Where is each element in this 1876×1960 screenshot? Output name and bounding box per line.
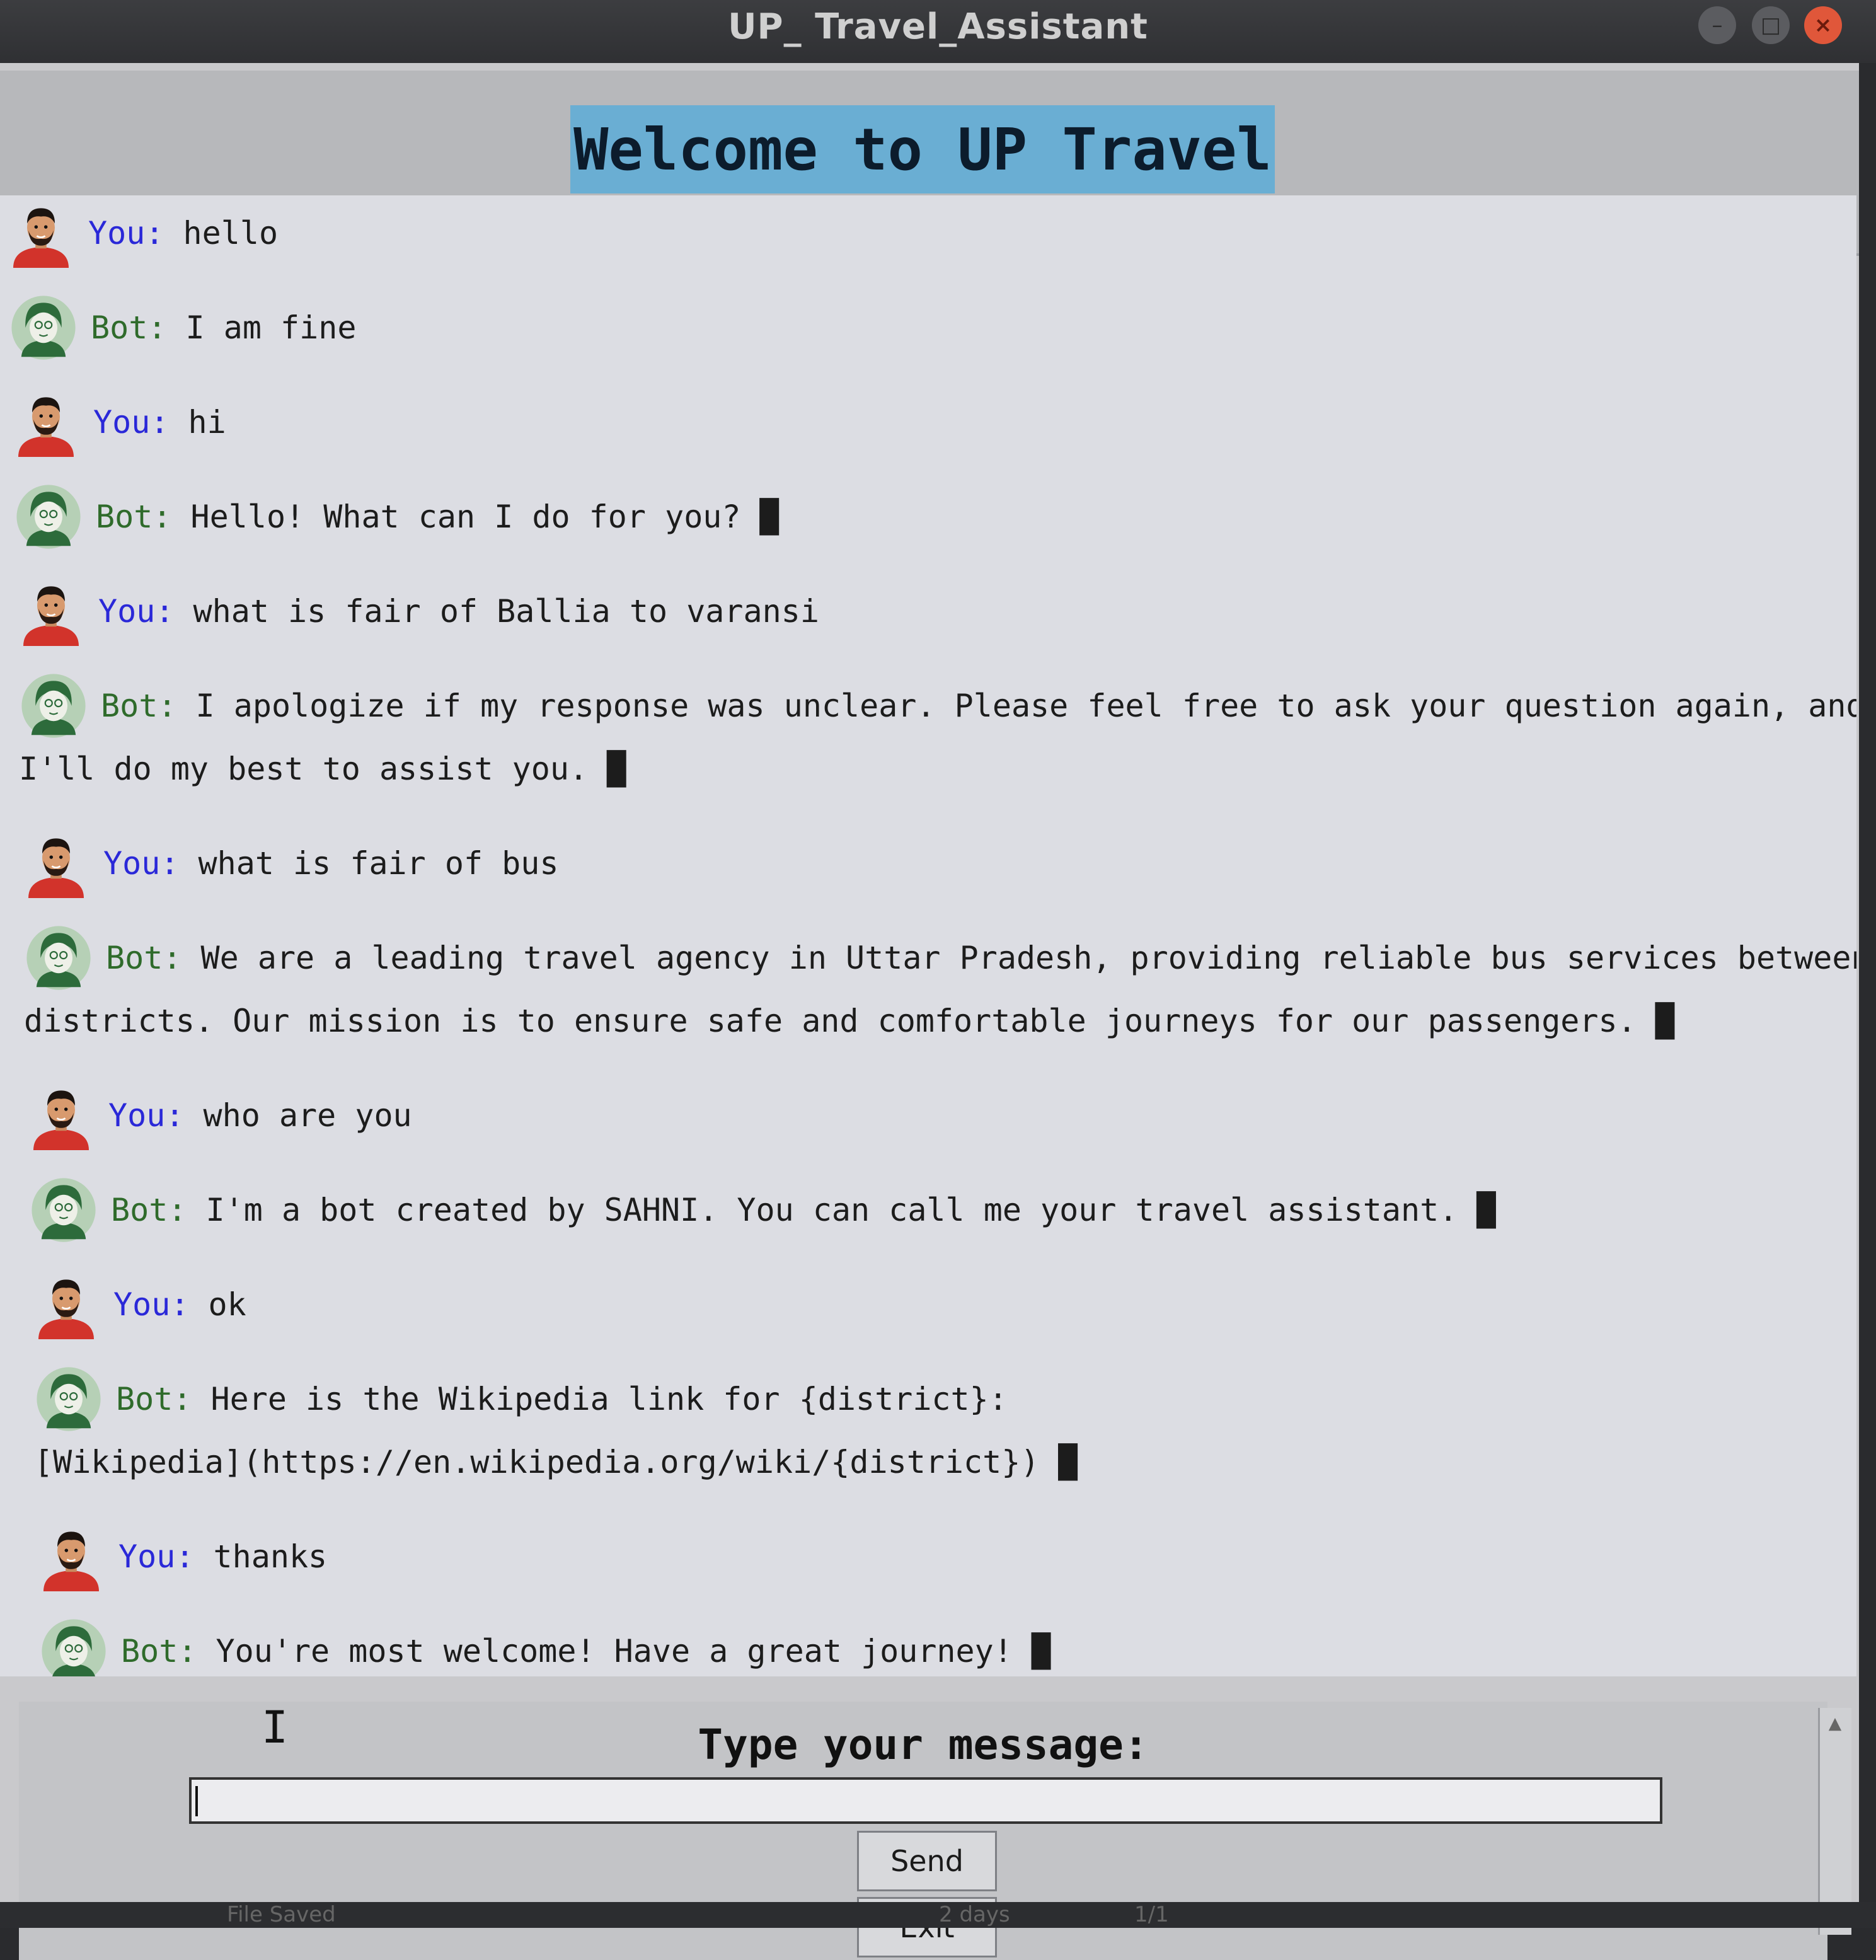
user-avatar-icon — [16, 577, 86, 646]
message-line: Bot: I'm a bot created by SAHNI. You can… — [111, 1179, 1496, 1242]
user-avatar-icon — [6, 199, 76, 268]
message-text-continued: [Wikipedia](https://en.wikipedia.org/wik… — [34, 1444, 1078, 1480]
message-line: You: hi — [93, 391, 226, 454]
message-text: Hello! What can I do for you? █ — [190, 499, 779, 535]
sender-label: You: — [113, 1286, 190, 1323]
chat-scrollbar[interactable]: ▲ ▼ — [1818, 1708, 1851, 1935]
bot-avatar-icon — [24, 923, 93, 993]
message-text: I apologize if my response was unclear. … — [195, 688, 1856, 724]
sender-label: You: — [93, 404, 170, 441]
message-line: You: hello — [88, 202, 278, 265]
message-text: hi — [188, 404, 226, 441]
send-button[interactable]: Send — [857, 1831, 997, 1891]
window-title: UP_ Travel_Assistant — [728, 6, 1148, 47]
message-line: Bot: You're most welcome! Have a great j… — [121, 1620, 1050, 1676]
bot-avatar-icon — [14, 482, 83, 551]
sender-label: You: — [98, 593, 175, 630]
sender-label: Bot: — [106, 940, 182, 976]
sender-label: Bot: — [96, 499, 172, 535]
message-text: ok — [208, 1286, 246, 1323]
message-line: You: ok — [113, 1273, 246, 1336]
status-strip: File Saved 2 days 1/1 — [0, 1902, 1876, 1928]
window-titlebar: UP_ Travel_Assistant – □ × — [0, 0, 1876, 63]
user-avatar-icon — [32, 1270, 101, 1339]
bot-avatar-icon — [29, 1175, 98, 1245]
message-text-continued: districts. Our mission is to ensure safe… — [24, 1003, 1674, 1039]
message-text: thanks — [213, 1538, 328, 1575]
message-text: hello — [183, 215, 279, 251]
user-avatar-icon — [21, 829, 91, 898]
message-line: You: who are you — [108, 1084, 412, 1147]
status-left: File Saved — [227, 1902, 336, 1927]
bot-avatar-icon — [34, 1364, 103, 1434]
message-text-continued: I'll do my best to assist you. █ — [19, 751, 626, 787]
sender-label: You: — [108, 1097, 185, 1134]
text-caret — [195, 1786, 198, 1816]
message-text: We are a leading travel agency in Uttar … — [200, 940, 1856, 976]
message-line: Bot: I apologize if my response was uncl… — [101, 674, 1856, 737]
message-line: Bot: Hello! What can I do for you? █ — [96, 485, 779, 548]
maximize-button[interactable]: □ — [1752, 6, 1790, 44]
message-input[interactable] — [189, 1777, 1662, 1824]
message-text: I am fine — [185, 309, 357, 346]
user-avatar-icon — [11, 388, 81, 457]
message-prompt-label: Type your message: — [698, 1721, 1149, 1769]
ibeam-cursor-icon: I — [262, 1702, 289, 1753]
message-text: what is fair of bus — [198, 845, 559, 882]
message-line: You: what is fair of bus — [103, 832, 558, 895]
chat-log[interactable]: You: hello Bot: I am fine You: hi Bot: Hell… — [0, 195, 1856, 1676]
welcome-banner: Welcome to UP Travel — [570, 105, 1275, 193]
message-line: Bot: I am fine — [91, 296, 356, 359]
message-line: Bot: We are a leading travel agency in U… — [106, 926, 1856, 989]
user-avatar-icon — [26, 1081, 96, 1150]
message-line: You: thanks — [118, 1525, 327, 1588]
minimize-button[interactable]: – — [1698, 6, 1736, 44]
message-text: who are you — [203, 1097, 412, 1134]
sender-label: You: — [88, 215, 164, 251]
sender-label: You: — [103, 845, 180, 882]
message-line: Bot: Here is the Wikipedia link for {dis… — [116, 1368, 1008, 1431]
bot-avatar-icon — [19, 671, 88, 741]
message-text: what is fair of Ballia to varansi — [193, 593, 819, 630]
message-text: You're most welcome! Have a great journe… — [216, 1633, 1051, 1669]
status-middle: 2 days — [939, 1902, 1010, 1927]
bot-avatar-icon — [9, 293, 78, 362]
scroll-up-arrow-icon[interactable]: ▲ — [1822, 1710, 1848, 1736]
close-button[interactable]: × — [1804, 6, 1842, 44]
message-text: Here is the Wikipedia link for {district… — [210, 1381, 1008, 1417]
app-window: Welcome to UP Travel You: hello Bot: I am… — [0, 63, 1859, 1960]
message-text: I'm a bot created by SAHNI. You can call… — [205, 1192, 1496, 1228]
sender-label: Bot: — [121, 1633, 197, 1669]
sender-label: Bot: — [111, 1192, 187, 1228]
sender-label: Bot: — [101, 688, 177, 724]
sender-label: Bot: — [116, 1381, 192, 1417]
status-page: 1/1 — [1134, 1902, 1169, 1927]
message-line: You: what is fair of Ballia to varansi — [98, 580, 819, 643]
sender-label: You: — [118, 1538, 195, 1575]
sender-label: Bot: — [91, 309, 167, 346]
user-avatar-icon — [37, 1522, 106, 1591]
bot-avatar-icon — [39, 1617, 108, 1676]
